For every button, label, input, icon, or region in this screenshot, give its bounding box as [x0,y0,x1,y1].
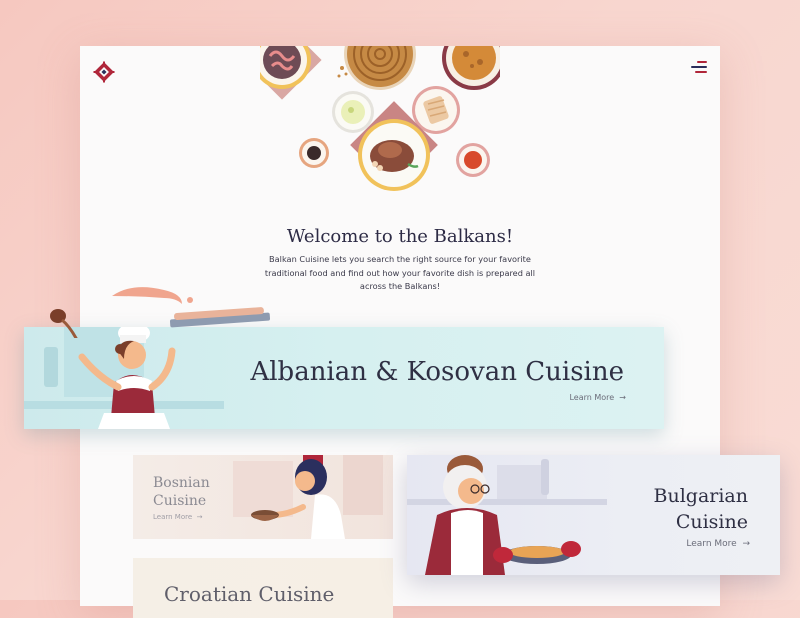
arrow-right-icon: → [739,539,750,549]
bulgarian-cuisine-title: Bulgarian Cuisine [654,483,749,535]
title-line: Bulgarian [653,485,749,507]
bosnian-woman-illustration [233,455,383,539]
title-line: Cuisine [675,511,748,533]
arrow-right-icon: → [194,513,203,521]
croatian-cuisine-card[interactable]: Croatian Cuisine [133,558,393,618]
dish-coffee-icon [299,138,329,168]
hamburger-menu-icon[interactable] [691,61,707,73]
dish-yogurt-icon [332,91,374,133]
dish-ajvar-icon [456,143,490,177]
balkan-dishes-illustration [260,46,500,191]
title-line: Bosnian [153,475,210,491]
dish-sarma-icon [260,46,322,100]
learn-more-label: Learn More [569,393,615,402]
albanian-cuisine-title: Albanian & Kosovan Cuisine [250,357,624,387]
bosnian-cuisine-card[interactable]: Bosnian Cuisine Learn More → [133,455,393,539]
dish-burek-icon [344,46,416,90]
albanian-learn-more-link[interactable]: Learn More → [569,393,626,402]
arrow-right-icon: → [616,393,626,402]
chef-ladle-and-tray-decoration [50,307,271,338]
bosnian-learn-more-link[interactable]: Learn More → [153,513,202,521]
chef-woman-illustration [78,327,176,429]
title-line: Cuisine [153,493,207,509]
learn-more-label: Learn More [153,513,193,521]
balkan-diamond-logo-icon[interactable] [93,61,115,83]
bulgarian-grandmother-illustration [407,455,607,575]
bosnian-cuisine-title: Bosnian Cuisine [153,474,233,510]
albanian-kosovan-cuisine-card[interactable]: Albanian & Kosovan Cuisine Learn More → [24,327,664,429]
learn-more-label: Learn More [686,539,737,549]
bulgarian-cuisine-card[interactable]: Bulgarian Cuisine Learn More → [407,455,780,575]
bulgarian-learn-more-link[interactable]: Learn More → [686,539,750,549]
welcome-title: Welcome to the Balkans! [286,226,514,247]
welcome-description: Balkan Cuisine lets you search the right… [264,254,536,291]
dish-soup-icon [442,46,500,90]
croatian-cuisine-title: Croatian Cuisine [164,582,335,606]
